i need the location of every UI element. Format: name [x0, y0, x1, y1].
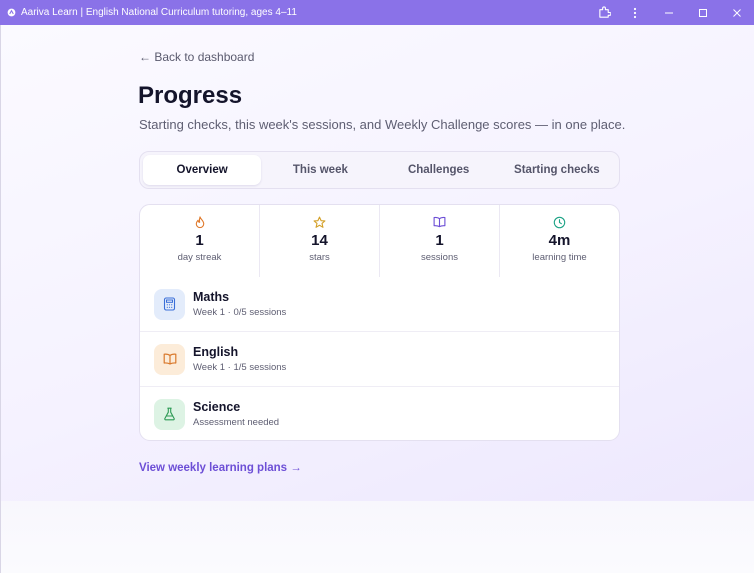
stat-stars: 14 stars [260, 205, 380, 277]
view-weekly-plans-link[interactable]: View weekly learning plans → [139, 462, 302, 474]
page-footer-area [1, 501, 754, 573]
subject-name: Maths [193, 290, 230, 304]
star-icon [313, 215, 326, 229]
page-subtitle: Starting checks, this week's sessions, a… [139, 117, 626, 132]
stat-learning-time: 4m learning time [500, 205, 619, 277]
minimize-icon[interactable] [652, 0, 686, 25]
subject-meta: Assessment needed [193, 417, 280, 428]
subject-row-english[interactable]: English Week 1 · 1/5 sessions [140, 331, 619, 386]
subject-meta: Week 1 · 0/5 sessions [193, 307, 287, 318]
flask-icon [154, 398, 185, 430]
extensions-icon[interactable] [590, 0, 618, 25]
flame-icon [194, 215, 206, 229]
subject-name: Science [193, 400, 241, 414]
page-title: Progress [138, 82, 243, 109]
subject-text: Maths Week 1 · 0/5 sessions [193, 290, 286, 318]
maximize-icon[interactable] [686, 0, 720, 25]
tab-starting-checks[interactable]: Starting checks [498, 155, 616, 185]
window-controls [590, 0, 754, 25]
subject-name: English [193, 345, 239, 359]
progress-tabs: Overview This week Challenges Starting c… [139, 151, 620, 189]
progress-summary-card: 1 day streak 14 stars 1 sessions 4m lear… [139, 204, 620, 441]
stat-value: 1 [435, 232, 444, 249]
subject-row-maths[interactable]: Maths Week 1 · 0/5 sessions [140, 277, 619, 331]
book-icon [433, 215, 446, 229]
close-icon[interactable] [720, 0, 754, 25]
back-to-dashboard-link[interactable]: ← Back to dashboard [139, 50, 254, 64]
more-options-icon[interactable] [618, 0, 652, 25]
stat-value: 1 [195, 232, 204, 249]
subject-text: Science Assessment needed [193, 400, 279, 428]
stat-label: day streak [177, 252, 222, 263]
tab-overview[interactable]: Overview [143, 155, 262, 185]
subject-row-science[interactable]: Science Assessment needed [140, 386, 619, 440]
book-icon [154, 343, 185, 375]
stat-label: sessions [421, 252, 458, 263]
subject-meta: Week 1 · 1/5 sessions [193, 362, 287, 373]
tab-challenges[interactable]: Challenges [380, 155, 498, 185]
stat-value: 14 [311, 232, 328, 249]
subject-list: Maths Week 1 · 0/5 sessions English Week… [140, 277, 619, 440]
subject-text: English Week 1 · 1/5 sessions [193, 345, 286, 373]
stat-label: learning time [532, 252, 587, 263]
stats-row: 1 day streak 14 stars 1 sessions 4m lear… [140, 205, 619, 277]
window-titlebar: Aariva Learn | English National Curricul… [0, 0, 754, 25]
window-title: Aariva Learn | English National Curricul… [21, 7, 297, 18]
stat-value: 4m [548, 232, 571, 249]
tab-this-week[interactable]: This week [261, 155, 379, 185]
clock-icon [553, 215, 566, 229]
calculator-icon [154, 288, 185, 320]
stat-label: stars [309, 252, 330, 263]
stat-day-streak: 1 day streak [140, 205, 260, 277]
app-logo-icon [6, 8, 16, 18]
stat-sessions: 1 sessions [380, 205, 500, 277]
